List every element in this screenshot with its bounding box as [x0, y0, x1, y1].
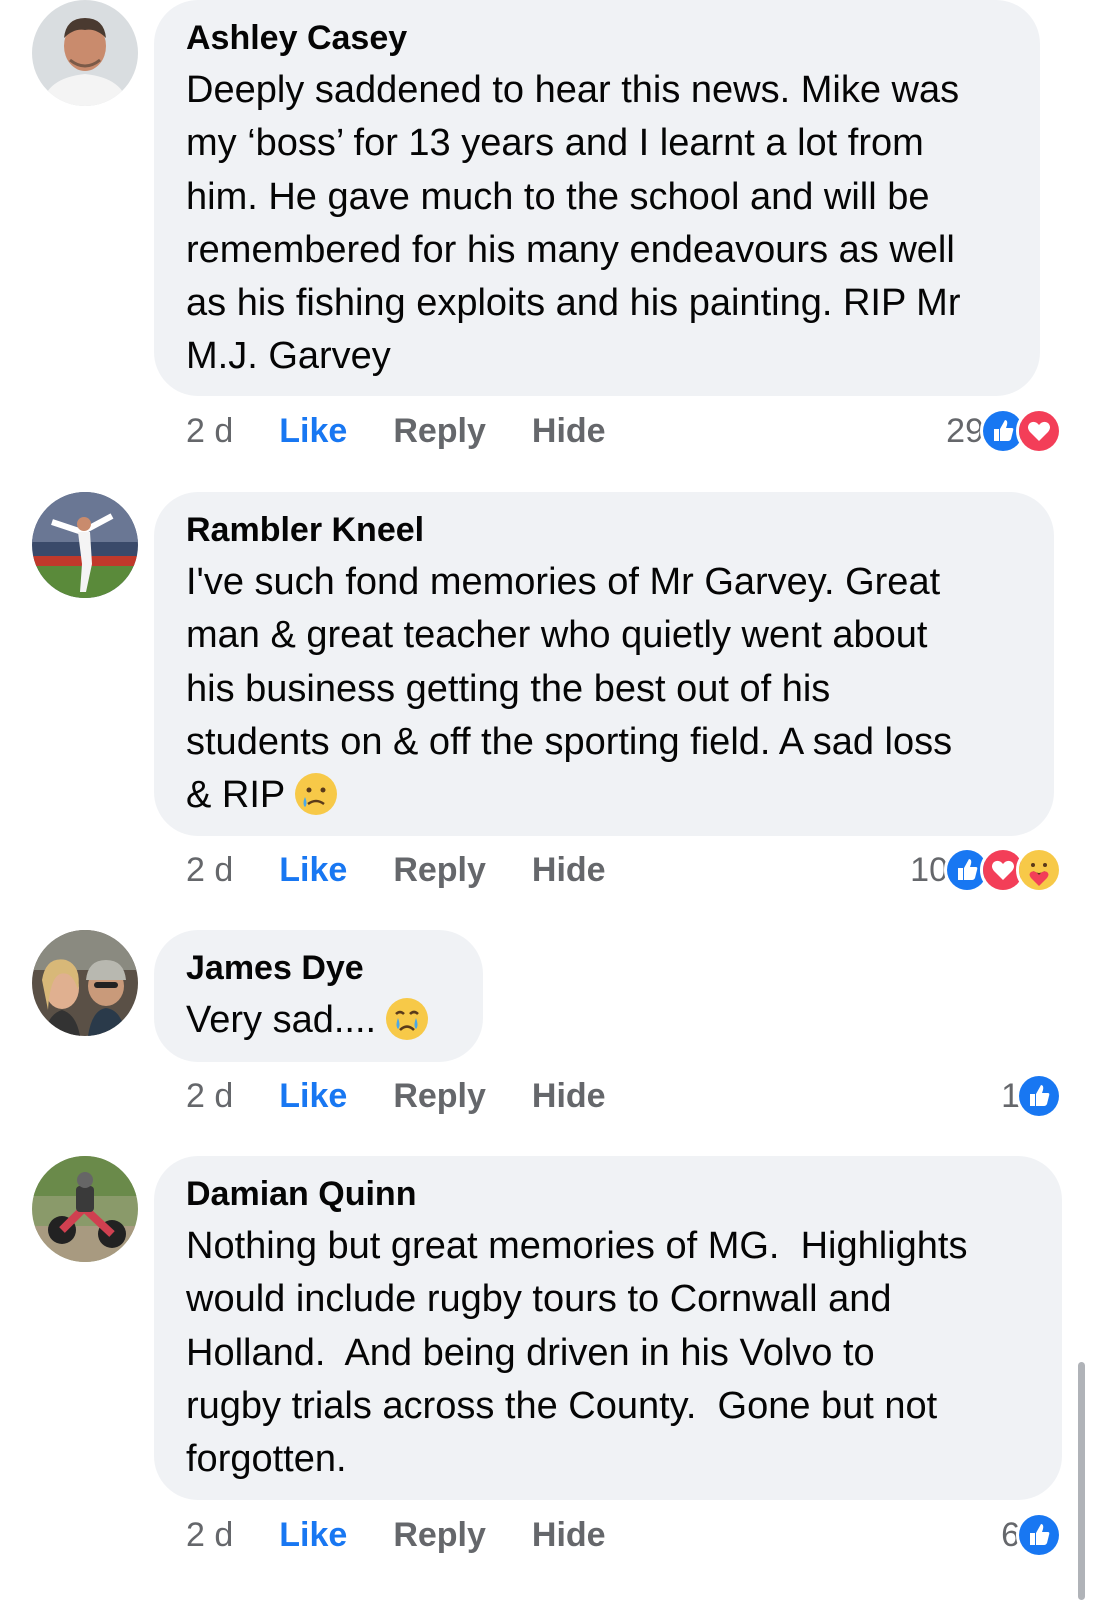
hide-button[interactable]: Hide	[532, 412, 606, 451]
comment-author[interactable]: Damian Quinn	[186, 1174, 1030, 1214]
reply-button[interactable]: Reply	[393, 412, 486, 451]
hide-button[interactable]: Hide	[532, 1077, 606, 1116]
care-icon	[1016, 847, 1062, 893]
crying-emoji	[384, 996, 430, 1057]
avatar[interactable]	[32, 1156, 138, 1262]
comment-text: Very sad....	[186, 994, 451, 1057]
comment-bubble: James Dye Very sad....	[154, 930, 483, 1062]
like-icon	[1016, 1073, 1062, 1119]
timestamp[interactable]: 2 d	[186, 851, 233, 890]
comment-actions: 2 d Like Reply Hide	[186, 1510, 652, 1560]
hide-button[interactable]: Hide	[532, 851, 606, 890]
comment-bubble: Rambler Kneel I've such fond memories of…	[154, 492, 1054, 836]
love-icon	[1016, 408, 1062, 454]
reactions-summary[interactable]: 10	[910, 845, 1062, 895]
like-button[interactable]: Like	[279, 851, 347, 890]
like-button[interactable]: Like	[279, 412, 347, 451]
reply-button[interactable]: Reply	[393, 1077, 486, 1116]
comment-actions: 2 d Like Reply Hide	[186, 406, 652, 456]
comment-author[interactable]: Ashley Casey	[186, 18, 1008, 58]
reaction-count: 10	[910, 850, 948, 889]
like-button[interactable]: Like	[279, 1077, 347, 1116]
comment-bubble: Damian Quinn Nothing but great memories …	[154, 1156, 1062, 1500]
avatar[interactable]	[32, 492, 138, 598]
scrollbar[interactable]	[1078, 1362, 1085, 1600]
comment-text-body: Very sad....	[186, 999, 377, 1041]
sad-tear-emoji	[293, 771, 339, 832]
comment-text: I've such fond memories of Mr Garvey. Gr…	[186, 556, 1022, 832]
comment-author[interactable]: James Dye	[186, 948, 451, 988]
comment-author[interactable]: Rambler Kneel	[186, 510, 1022, 550]
timestamp[interactable]: 2 d	[186, 1516, 233, 1555]
like-button[interactable]: Like	[279, 1516, 347, 1555]
avatar[interactable]	[32, 930, 138, 1036]
timestamp[interactable]: 2 d	[186, 1077, 233, 1116]
comment-bubble: Ashley Casey Deeply saddened to hear thi…	[154, 0, 1040, 396]
reaction-count: 29	[946, 411, 984, 450]
reply-button[interactable]: Reply	[393, 1516, 486, 1555]
reactions-summary[interactable]: 6	[1001, 1510, 1062, 1560]
reactions-summary[interactable]: 29	[946, 406, 1062, 456]
reply-button[interactable]: Reply	[393, 851, 486, 890]
comment-actions: 2 d Like Reply Hide	[186, 1071, 652, 1121]
comment-actions: 2 d Like Reply Hide	[186, 845, 652, 895]
avatar[interactable]	[32, 0, 138, 106]
comment-text: Deeply saddened to hear this news. Mike …	[186, 69, 961, 378]
like-icon	[1016, 1512, 1062, 1558]
hide-button[interactable]: Hide	[532, 1516, 606, 1555]
comment-text: Nothing but great memories of MG. Highli…	[186, 1225, 968, 1481]
reactions-summary[interactable]: 1	[1001, 1071, 1062, 1121]
timestamp[interactable]: 2 d	[186, 412, 233, 451]
